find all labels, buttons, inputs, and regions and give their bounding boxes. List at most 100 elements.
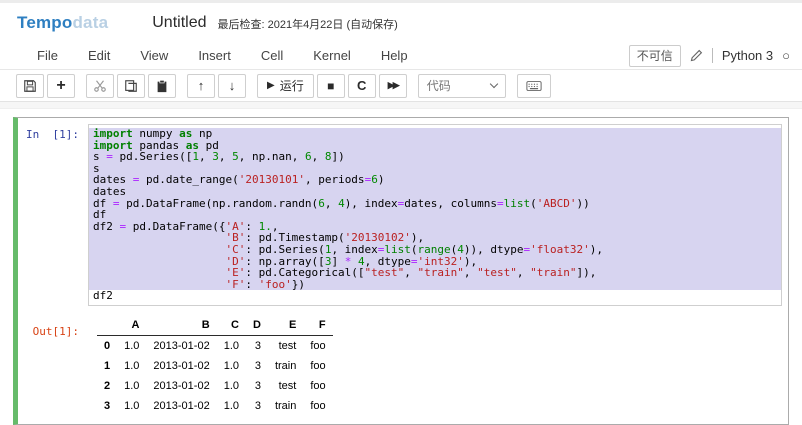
code-cell[interactable]: In [1]: import numpy as npimport pandas … [13, 117, 789, 425]
menubar-right: 不可信 Python 3 ○ [629, 45, 790, 67]
menu-item-kernel[interactable]: Kernel [298, 44, 366, 67]
code-line: dates = pd.date_range('20130101', period… [89, 174, 781, 186]
menubar: FileEditViewInsertCellKernelHelp 不可信 Pyt… [0, 42, 802, 70]
table-row: 31.02013-01-021.03trainfoo [97, 396, 333, 416]
input-area: In [1]: import numpy as npimport pandas … [18, 124, 782, 306]
restart-kernel-button[interactable]: C [348, 74, 376, 98]
header: Tempodata Untitled 最后检查: 2021年4月22日 (自动保… [0, 3, 802, 42]
add-cell-button[interactable]: + [47, 74, 75, 98]
table-index-cell: 3 [97, 396, 117, 416]
code-line: df2 [89, 290, 781, 302]
table-header-row: ABCDEF [97, 316, 333, 336]
table-cell: 2013-01-02 [146, 376, 216, 396]
table-cell: 1.0 [117, 335, 146, 356]
move-cell-down-button[interactable]: ↓ [218, 74, 246, 98]
menubar-items: FileEditViewInsertCellKernelHelp [22, 44, 423, 67]
code-line: s = pd.Series([1, 3, 5, np.nan, 6, 8]) [89, 151, 781, 163]
table-cell: 1.0 [117, 356, 146, 376]
move-cell-up-button[interactable]: ↑ [187, 74, 215, 98]
notebook-container: In [1]: import numpy as npimport pandas … [0, 109, 802, 425]
run-icon: ▶ [267, 80, 275, 91]
table-cell: test [268, 335, 303, 356]
table-cell: foo [303, 376, 332, 396]
table-header-cell: F [303, 316, 332, 336]
table-cell: 1.0 [217, 335, 246, 356]
code-line: df = pd.DataFrame(np.random.randn(6, 4),… [89, 198, 781, 210]
table-row: 11.02013-01-021.03trainfoo [97, 356, 333, 376]
trust-status-button[interactable]: 不可信 [629, 45, 681, 67]
app-logo[interactable]: Tempodata [17, 13, 108, 33]
table-index-header [97, 316, 117, 336]
table-cell: 2013-01-02 [146, 356, 216, 376]
toolbar-divider [0, 101, 802, 109]
plus-icon: + [56, 77, 65, 95]
restart-icon: C [357, 78, 366, 93]
menu-item-file[interactable]: File [22, 44, 73, 67]
output-area: Out[1]: ABCDEF01.02013-01-021.03testfoo1… [18, 316, 782, 416]
table-cell: foo [303, 335, 332, 356]
kernel-name: Python 3 [722, 48, 773, 63]
table-cell: train [268, 396, 303, 416]
table-cell: train [268, 356, 303, 376]
table-row: 21.02013-01-021.03testfoo [97, 376, 333, 396]
table-cell: 2013-01-02 [146, 396, 216, 416]
arrow-up-icon: ↑ [198, 78, 205, 93]
cell-type-value: 代码 [427, 77, 451, 94]
code-line: 'F': 'foo'}) [89, 279, 781, 291]
chevron-down-icon [489, 80, 497, 88]
paste-cell-button[interactable] [148, 74, 176, 98]
fast-forward-icon: ▶▶ [388, 80, 398, 91]
menu-item-help[interactable]: Help [366, 44, 423, 67]
logo-primary: Tempo [17, 13, 72, 32]
table-cell: 1.0 [117, 376, 146, 396]
save-button[interactable] [16, 74, 44, 98]
cut-icon [93, 79, 107, 93]
arrow-down-icon: ↓ [229, 78, 236, 93]
keyboard-icon [526, 80, 542, 92]
kernel-status-circle-icon: ○ [782, 49, 790, 62]
menu-item-cell[interactable]: Cell [246, 44, 298, 67]
save-icon [23, 79, 37, 93]
run-cell-button[interactable]: ▶ 运行 [257, 74, 314, 98]
menu-item-edit[interactable]: Edit [73, 44, 125, 67]
table-header-cell: A [117, 316, 146, 336]
table-cell: 1.0 [217, 396, 246, 416]
output-prompt: Out[1]: [18, 316, 88, 338]
table-cell: 3 [246, 335, 268, 356]
cut-cell-button[interactable] [86, 74, 114, 98]
run-label: 运行 [280, 77, 304, 94]
menu-item-insert[interactable]: Insert [183, 44, 246, 67]
notebook-title[interactable]: Untitled [152, 14, 206, 32]
output-table: ABCDEF01.02013-01-021.03testfoo11.02013-… [97, 316, 333, 416]
table-index-cell: 2 [97, 376, 117, 396]
table-cell: 1.0 [217, 376, 246, 396]
table-header-cell: C [217, 316, 246, 336]
table-cell: foo [303, 356, 332, 376]
table-cell: 2013-01-02 [146, 335, 216, 356]
table-cell: test [268, 376, 303, 396]
copy-icon [124, 79, 138, 93]
table-index-cell: 0 [97, 335, 117, 356]
paste-icon [155, 79, 169, 93]
command-palette-button[interactable] [517, 74, 551, 98]
copy-cell-button[interactable] [117, 74, 145, 98]
divider [712, 48, 713, 63]
table-header-cell: D [246, 316, 268, 336]
code-editor[interactable]: import numpy as npimport pandas as pds =… [88, 124, 782, 306]
table-header-cell: E [268, 316, 303, 336]
table-row: 01.02013-01-021.03testfoo [97, 335, 333, 356]
table-cell: 1.0 [117, 396, 146, 416]
cell-type-dropdown[interactable]: 代码 [418, 74, 506, 98]
restart-run-all-button[interactable]: ▶▶ [379, 74, 407, 98]
toolbar: + ↑ ↓ ▶ [0, 70, 802, 101]
stop-icon: ■ [327, 79, 334, 93]
menu-item-view[interactable]: View [125, 44, 183, 67]
input-prompt: In [1]: [18, 124, 88, 141]
edit-mode-pencil-icon[interactable] [690, 49, 703, 62]
interrupt-kernel-button[interactable]: ■ [317, 74, 345, 98]
table-cell: 1.0 [217, 356, 246, 376]
table-cell: 3 [246, 396, 268, 416]
notebook-page: Tempodata Untitled 最后检查: 2021年4月22日 (自动保… [0, 3, 802, 408]
table-cell: foo [303, 396, 332, 416]
checkpoint-status: 最后检查: 2021年4月22日 (自动保存) [217, 14, 397, 32]
